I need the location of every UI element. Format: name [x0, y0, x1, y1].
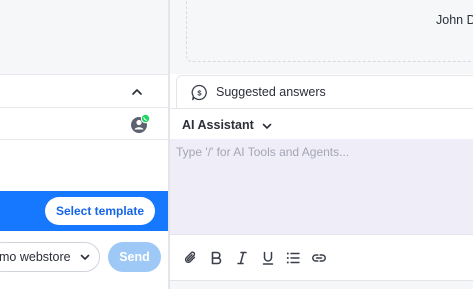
right-panel: John D $ Suggested answers AI Assistant [170, 0, 473, 289]
message-input[interactable] [170, 139, 473, 234]
link-icon[interactable] [310, 249, 328, 267]
send-button[interactable]: Send [108, 242, 161, 272]
store-select-value: mo webstore [0, 250, 71, 264]
message-bubble [186, 0, 473, 62]
left-panel-footer: mo webstore Send [0, 231, 168, 289]
svg-text:$: $ [197, 88, 202, 97]
collapsible-section-header[interactable] [0, 74, 168, 108]
formatting-toolbar [170, 234, 473, 280]
agent-avatar-whatsapp-icon[interactable] [130, 113, 151, 134]
panel-bottom-edge [170, 280, 473, 289]
compose-area [170, 139, 473, 234]
message-area: John D [170, 0, 473, 74]
underline-icon[interactable] [259, 249, 277, 267]
left-panel-top-area [0, 0, 168, 70]
sender-name: John D [436, 13, 473, 27]
channel-row [0, 108, 168, 140]
store-select[interactable]: mo webstore [0, 242, 100, 272]
suggested-answers-icon: $ [191, 84, 208, 101]
left-panel-body [0, 140, 168, 191]
italic-icon[interactable] [233, 249, 251, 267]
template-banner: Select template [0, 191, 168, 231]
attachment-icon[interactable] [182, 249, 200, 267]
chevron-up-icon[interactable] [130, 85, 144, 99]
chevron-down-icon [79, 251, 91, 263]
suggested-answers-tab[interactable]: $ Suggested answers [176, 75, 473, 108]
chevron-down-icon [261, 119, 273, 131]
bulleted-list-icon[interactable] [284, 249, 302, 267]
suggested-answers-label: Suggested answers [216, 85, 326, 99]
bold-icon[interactable] [207, 249, 225, 267]
ai-assistant-label: AI Assistant [182, 118, 254, 132]
left-panel: Select template mo webstore Send [0, 0, 168, 289]
ai-assistant-selector[interactable]: AI Assistant [170, 108, 473, 139]
select-template-button[interactable]: Select template [45, 197, 155, 225]
